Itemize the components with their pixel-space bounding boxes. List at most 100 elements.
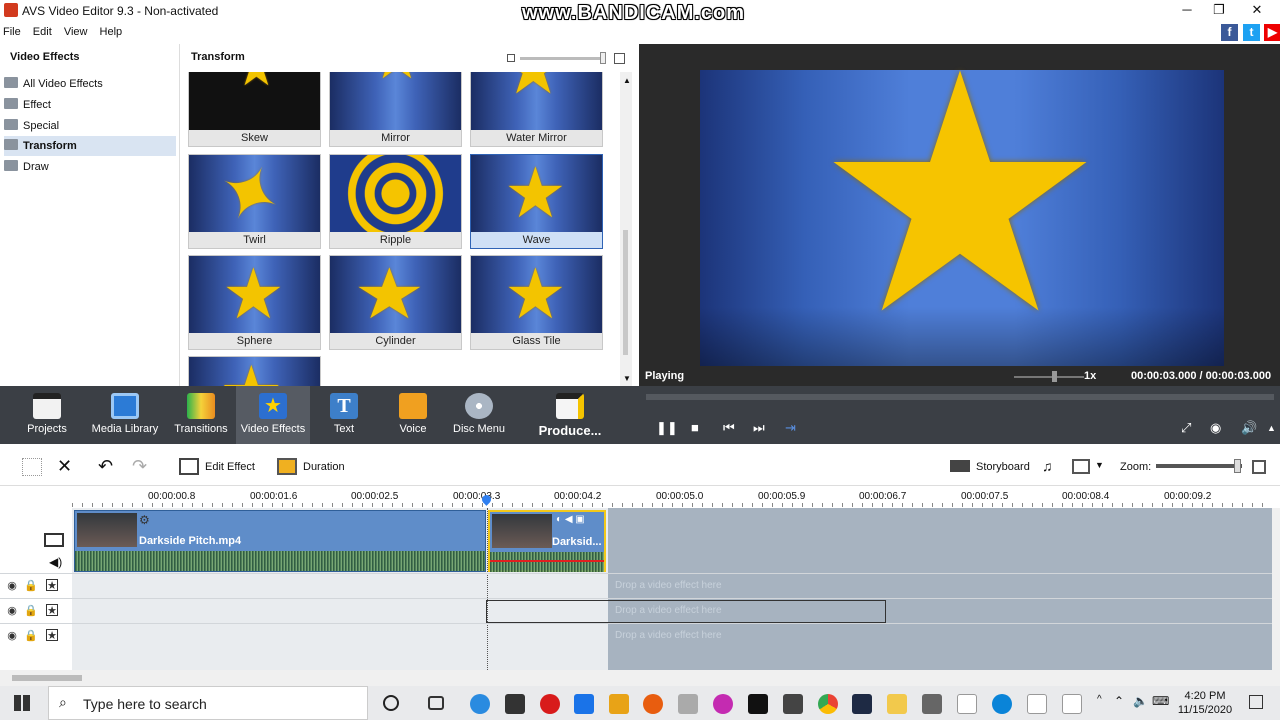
disc-menu-button[interactable]: Disc Menu [448, 386, 510, 444]
seek-bar[interactable] [646, 394, 1274, 400]
effect-tile[interactable]: ★ [188, 356, 321, 386]
effect-tile-twirl[interactable]: ✦ Twirl [188, 154, 321, 249]
transitions-button[interactable]: Transitions [168, 386, 234, 444]
edit-effect-button[interactable]: Edit Effect [205, 461, 255, 473]
cortana-icon[interactable] [383, 695, 399, 711]
audio-track-icon[interactable]: ◀) [49, 555, 62, 569]
youtube-icon[interactable]: ▶ [1264, 24, 1280, 41]
stop-icon[interactable]: ■ [691, 420, 699, 435]
go-to-end-icon[interactable]: ⇥ [785, 420, 796, 436]
language-icon[interactable]: ⌨ [1152, 694, 1169, 708]
view-mode-icon[interactable] [1072, 459, 1090, 474]
slider-handle[interactable] [600, 52, 606, 64]
large-thumb-icon[interactable] [614, 53, 625, 64]
taskbar-clock[interactable]: 4:20 PM 11/15/2020 [1168, 689, 1242, 717]
next-frame-icon[interactable]: ⏭ [753, 420, 765, 436]
lock-icon[interactable]: 🔒 [24, 630, 38, 642]
document-icon[interactable] [957, 694, 977, 714]
speed-slider-handle[interactable] [1052, 371, 1057, 382]
menu-help[interactable]: Help [100, 26, 123, 38]
document-icon[interactable] [1027, 694, 1047, 714]
snapshot-icon[interactable]: ◉ [1210, 420, 1221, 436]
h-scroll-thumb[interactable] [12, 675, 82, 681]
mail-icon[interactable] [574, 694, 594, 714]
scroll-up-icon[interactable]: ▲ [623, 76, 631, 85]
close-button[interactable]: ✕ [1234, 0, 1280, 22]
menu-view[interactable]: View [64, 26, 88, 38]
volume-arrow-icon[interactable]: ▲ [1267, 423, 1276, 433]
effect-tile-wave[interactable]: ★ Wave [470, 154, 603, 249]
internet-explorer-icon[interactable] [470, 694, 490, 714]
volume-icon[interactable]: 🔊 [1241, 420, 1257, 436]
dropdown-arrow-icon[interactable]: ▼ [1095, 460, 1104, 470]
select-all-icon[interactable] [22, 458, 42, 476]
speed-slider[interactable] [1014, 376, 1084, 378]
volume-tray-icon[interactable]: 🔈 [1133, 694, 1148, 708]
produce-button[interactable]: Produce... [532, 386, 608, 444]
effect-tile-sphere[interactable]: ★ Sphere [188, 255, 321, 350]
effect-track-2[interactable]: ◉ 🔒 ★ Drop a video effect here [0, 598, 1272, 623]
tray-chevron-icon[interactable]: ^ [1097, 694, 1102, 705]
timeline-ruler[interactable]: 00:00:00.8 00:00:01.6 00:00:02.5 00:00:0… [0, 486, 1280, 508]
effect-tile-skew[interactable]: ★Skew [188, 72, 321, 147]
menu-edit[interactable]: Edit [33, 26, 52, 38]
scroll-thumb[interactable] [623, 230, 628, 355]
category-draw[interactable]: Draw [4, 157, 176, 177]
category-effect[interactable]: Effect [4, 95, 176, 115]
video-clip[interactable]: ⚙ Darkside Pitch.mp4 [74, 510, 486, 572]
grid-scrollbar[interactable]: ▲ ▼ [620, 72, 632, 386]
media-library-button[interactable]: Media Library [88, 386, 162, 444]
record-icon[interactable] [540, 694, 560, 714]
facebook-icon[interactable]: f [1221, 24, 1238, 41]
storyboard-icon[interactable] [950, 460, 970, 472]
pause-icon[interactable]: ❚❚ [656, 420, 678, 436]
eye-icon[interactable]: ◉ [6, 580, 18, 592]
fit-timeline-icon[interactable] [1252, 460, 1266, 474]
eye-icon[interactable]: ◉ [6, 630, 18, 642]
headphones-icon[interactable] [713, 694, 733, 714]
windows-start-icon[interactable] [14, 695, 30, 711]
redo-icon[interactable]: ↷ [132, 456, 147, 477]
storyboard-button[interactable]: Storyboard [976, 461, 1030, 473]
effect-track-1[interactable]: ◉ 🔒 ★ Drop a video effect here [0, 573, 1272, 597]
video-effects-button[interactable]: ★ Video Effects [236, 386, 310, 444]
avs-app-icon[interactable] [748, 694, 768, 714]
effect-tile-water-mirror[interactable]: ★Water Mirror [470, 72, 603, 147]
eye-icon[interactable]: ◉ [6, 605, 18, 617]
file-explorer-icon[interactable] [887, 694, 907, 714]
delete-icon[interactable]: ✕ [57, 456, 72, 477]
fullscreen-icon[interactable]: ⤢ [1181, 420, 1191, 436]
zoom-slider-handle[interactable] [1234, 459, 1241, 473]
small-thumb-icon[interactable] [507, 54, 515, 62]
clapper-icon[interactable] [783, 694, 803, 714]
undo-icon[interactable]: ↶ [98, 456, 113, 477]
projects-button[interactable]: Projects [18, 386, 76, 444]
effect-tile-ripple[interactable]: Ripple [329, 154, 462, 249]
edit-effect-icon[interactable] [179, 458, 199, 475]
effect-track-3[interactable]: ◉ 🔒 ★ Drop a video effect here [0, 623, 1272, 647]
timeline-horizontal-scrollbar[interactable] [0, 670, 1280, 686]
category-all-video-effects[interactable]: All Video Effects [4, 74, 176, 94]
scroll-down-icon[interactable]: ▼ [623, 374, 631, 383]
effect-tile-mirror[interactable]: ★Mirror [329, 72, 462, 147]
photo-app-icon[interactable] [852, 694, 872, 714]
duration-icon[interactable] [277, 458, 297, 475]
edge-icon[interactable] [992, 694, 1012, 714]
timeline-vertical-scrollbar[interactable] [1272, 508, 1280, 670]
category-special[interactable]: Special [4, 116, 176, 136]
folder-app-icon[interactable] [609, 694, 629, 714]
twitter-icon[interactable]: t [1243, 24, 1260, 41]
thumb-size-slider[interactable] [520, 57, 605, 60]
lock-icon[interactable]: 🔒 [24, 580, 38, 592]
video-clip-selected[interactable]: ◐ ◀ ▣ Darksid... [488, 510, 606, 572]
duration-button[interactable]: Duration [303, 461, 345, 473]
notification-icon[interactable] [1249, 695, 1263, 709]
audio-icon[interactable]: ♫ [1042, 458, 1053, 474]
lock-icon[interactable]: 🔒 [24, 605, 38, 617]
store-icon[interactable] [505, 694, 525, 714]
voice-button[interactable]: Voice [384, 386, 442, 444]
preview-frame[interactable]: ★ [700, 30, 1224, 366]
task-view-icon[interactable] [428, 696, 444, 710]
previous-frame-icon[interactable]: ⏮ [723, 420, 735, 436]
effect-tile-cylinder[interactable]: ★ Cylinder [329, 255, 462, 350]
